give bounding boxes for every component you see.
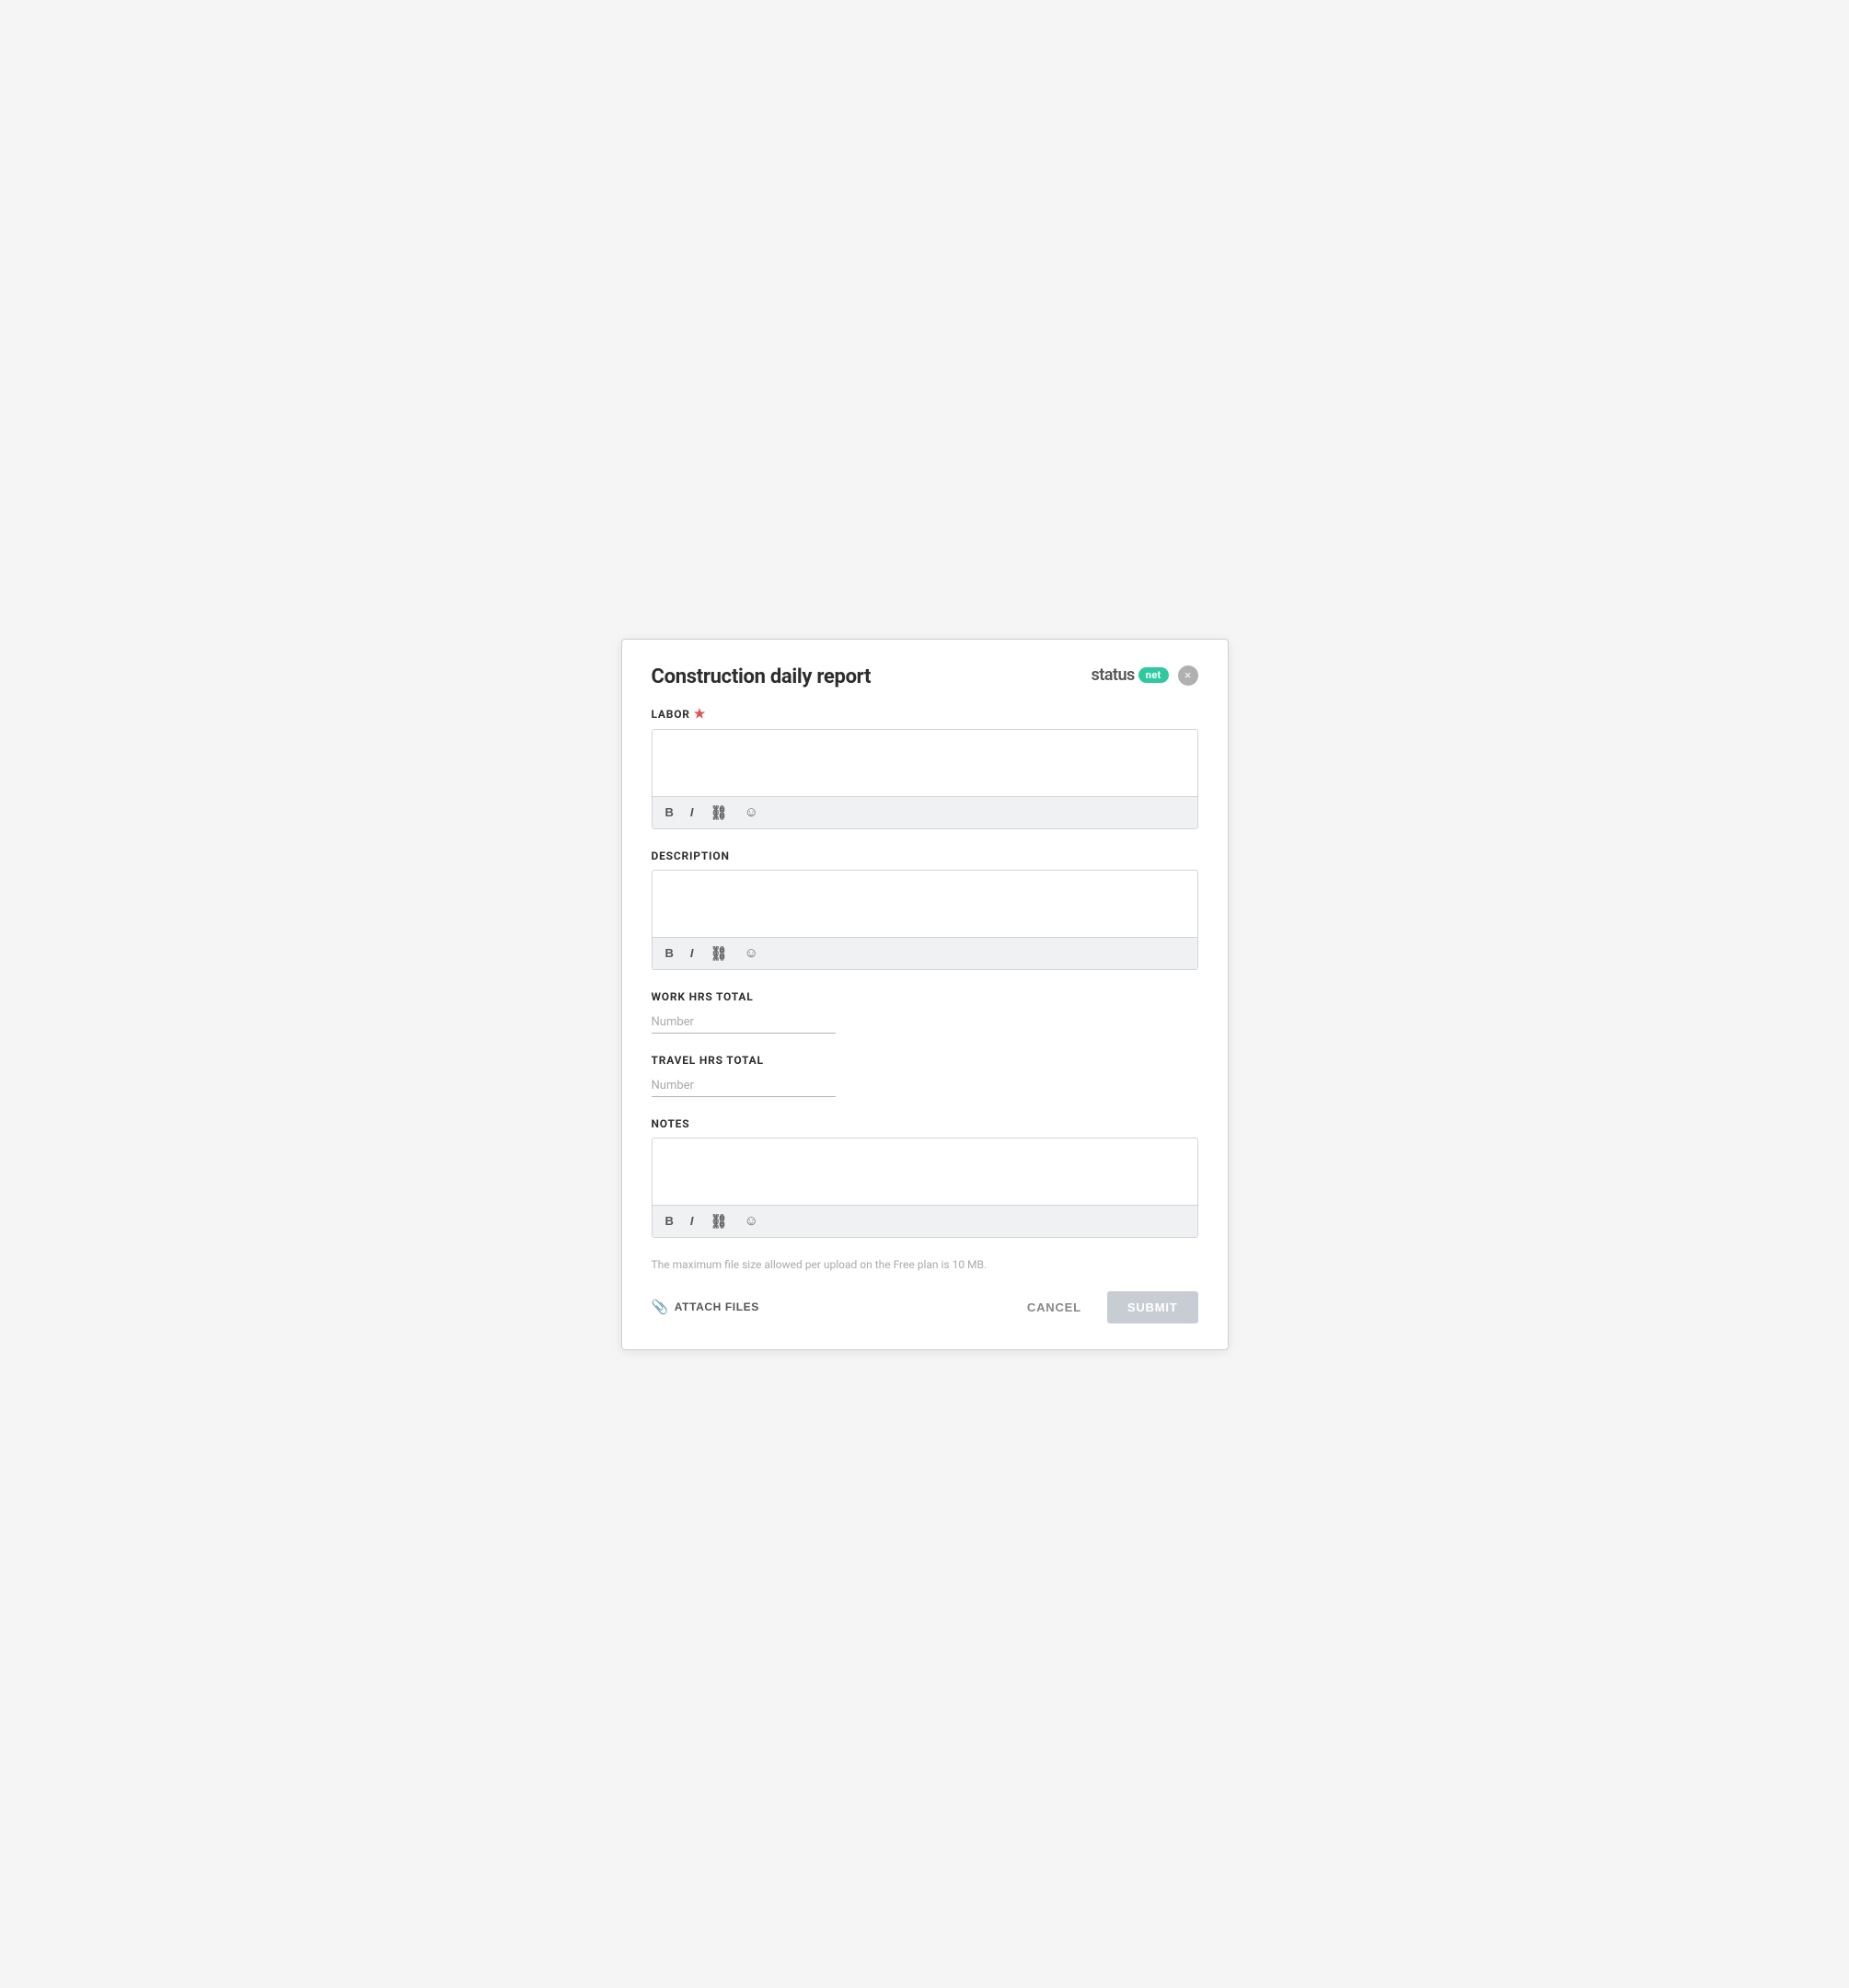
work-hrs-input[interactable] bbox=[652, 1011, 836, 1034]
file-info-text: The maximum file size allowed per upload… bbox=[652, 1258, 1198, 1271]
link-icon: ⛓ bbox=[711, 945, 728, 962]
header-right: status net × bbox=[1091, 665, 1197, 686]
notes-rich-text-container: B I ⛓ ☺ bbox=[652, 1138, 1198, 1238]
work-hrs-label: WORK HRS TOTAL bbox=[652, 990, 1198, 1003]
description-link-button[interactable]: ⛓ bbox=[707, 943, 732, 964]
labor-bold-button[interactable]: B bbox=[662, 803, 677, 821]
description-section: DESCRIPTION B I ⛓ ☺ bbox=[652, 850, 1198, 970]
modal-footer: 📎 ATTACH FILES CANCEL SUBMIT bbox=[652, 1288, 1198, 1323]
submit-button[interactable]: SUBMIT bbox=[1107, 1291, 1198, 1323]
modal-header: Construction daily report status net × bbox=[652, 665, 1198, 688]
labor-section: LABOR ★ B I ⛓ ☺ bbox=[652, 707, 1198, 829]
attach-files-button[interactable]: 📎 ATTACH FILES bbox=[652, 1299, 759, 1315]
notes-link-button[interactable]: ⛓ bbox=[707, 1211, 732, 1231]
notes-label: NOTES bbox=[652, 1117, 1198, 1130]
labor-label: LABOR ★ bbox=[652, 707, 1198, 722]
travel-hrs-input-container bbox=[652, 1074, 1198, 1097]
description-italic-button[interactable]: I bbox=[687, 944, 698, 962]
paperclip-icon: 📎 bbox=[652, 1299, 669, 1315]
modal-dialog: Construction daily report status net × L… bbox=[621, 639, 1229, 1350]
notes-section: NOTES B I ⛓ ☺ bbox=[652, 1117, 1198, 1238]
notes-emoji-button[interactable]: ☺ bbox=[741, 1211, 762, 1231]
work-hrs-input-container bbox=[652, 1011, 1198, 1034]
description-label: DESCRIPTION bbox=[652, 850, 1198, 862]
emoji-icon: ☺ bbox=[745, 1213, 758, 1229]
brand-badge: net bbox=[1138, 667, 1169, 683]
description-rich-text-container: B I ⛓ ☺ bbox=[652, 870, 1198, 970]
description-input[interactable] bbox=[653, 871, 1197, 933]
cancel-button[interactable]: CANCEL bbox=[1016, 1293, 1092, 1322]
labor-link-button[interactable]: ⛓ bbox=[707, 803, 732, 823]
link-icon: ⛓ bbox=[711, 1213, 728, 1230]
brand-text: status bbox=[1091, 665, 1134, 685]
labor-italic-button[interactable]: I bbox=[687, 803, 698, 821]
footer-actions: CANCEL SUBMIT bbox=[1016, 1291, 1198, 1323]
brand-logo: status net bbox=[1091, 665, 1168, 685]
description-bold-button[interactable]: B bbox=[662, 944, 677, 962]
notes-bold-button[interactable]: B bbox=[662, 1212, 677, 1230]
travel-hrs-section: TRAVEL HRS TOTAL bbox=[652, 1054, 1198, 1097]
travel-hrs-input[interactable] bbox=[652, 1074, 836, 1097]
notes-toolbar: B I ⛓ ☺ bbox=[653, 1205, 1197, 1237]
labor-input[interactable] bbox=[653, 730, 1197, 792]
emoji-icon: ☺ bbox=[745, 945, 758, 961]
notes-input[interactable] bbox=[653, 1138, 1197, 1201]
notes-italic-button[interactable]: I bbox=[687, 1212, 698, 1230]
emoji-icon: ☺ bbox=[745, 804, 758, 820]
description-toolbar: B I ⛓ ☺ bbox=[653, 937, 1197, 969]
modal-title: Construction daily report bbox=[652, 665, 872, 688]
description-emoji-button[interactable]: ☺ bbox=[741, 943, 762, 963]
labor-emoji-button[interactable]: ☺ bbox=[741, 803, 762, 822]
link-icon: ⛓ bbox=[711, 804, 728, 821]
travel-hrs-label: TRAVEL HRS TOTAL bbox=[652, 1054, 1198, 1067]
close-button[interactable]: × bbox=[1178, 665, 1198, 686]
labor-rich-text-container: B I ⛓ ☺ bbox=[652, 729, 1198, 829]
work-hrs-section: WORK HRS TOTAL bbox=[652, 990, 1198, 1034]
close-icon: × bbox=[1185, 669, 1192, 681]
required-indicator: ★ bbox=[694, 707, 706, 722]
labor-toolbar: B I ⛓ ☺ bbox=[653, 796, 1197, 828]
